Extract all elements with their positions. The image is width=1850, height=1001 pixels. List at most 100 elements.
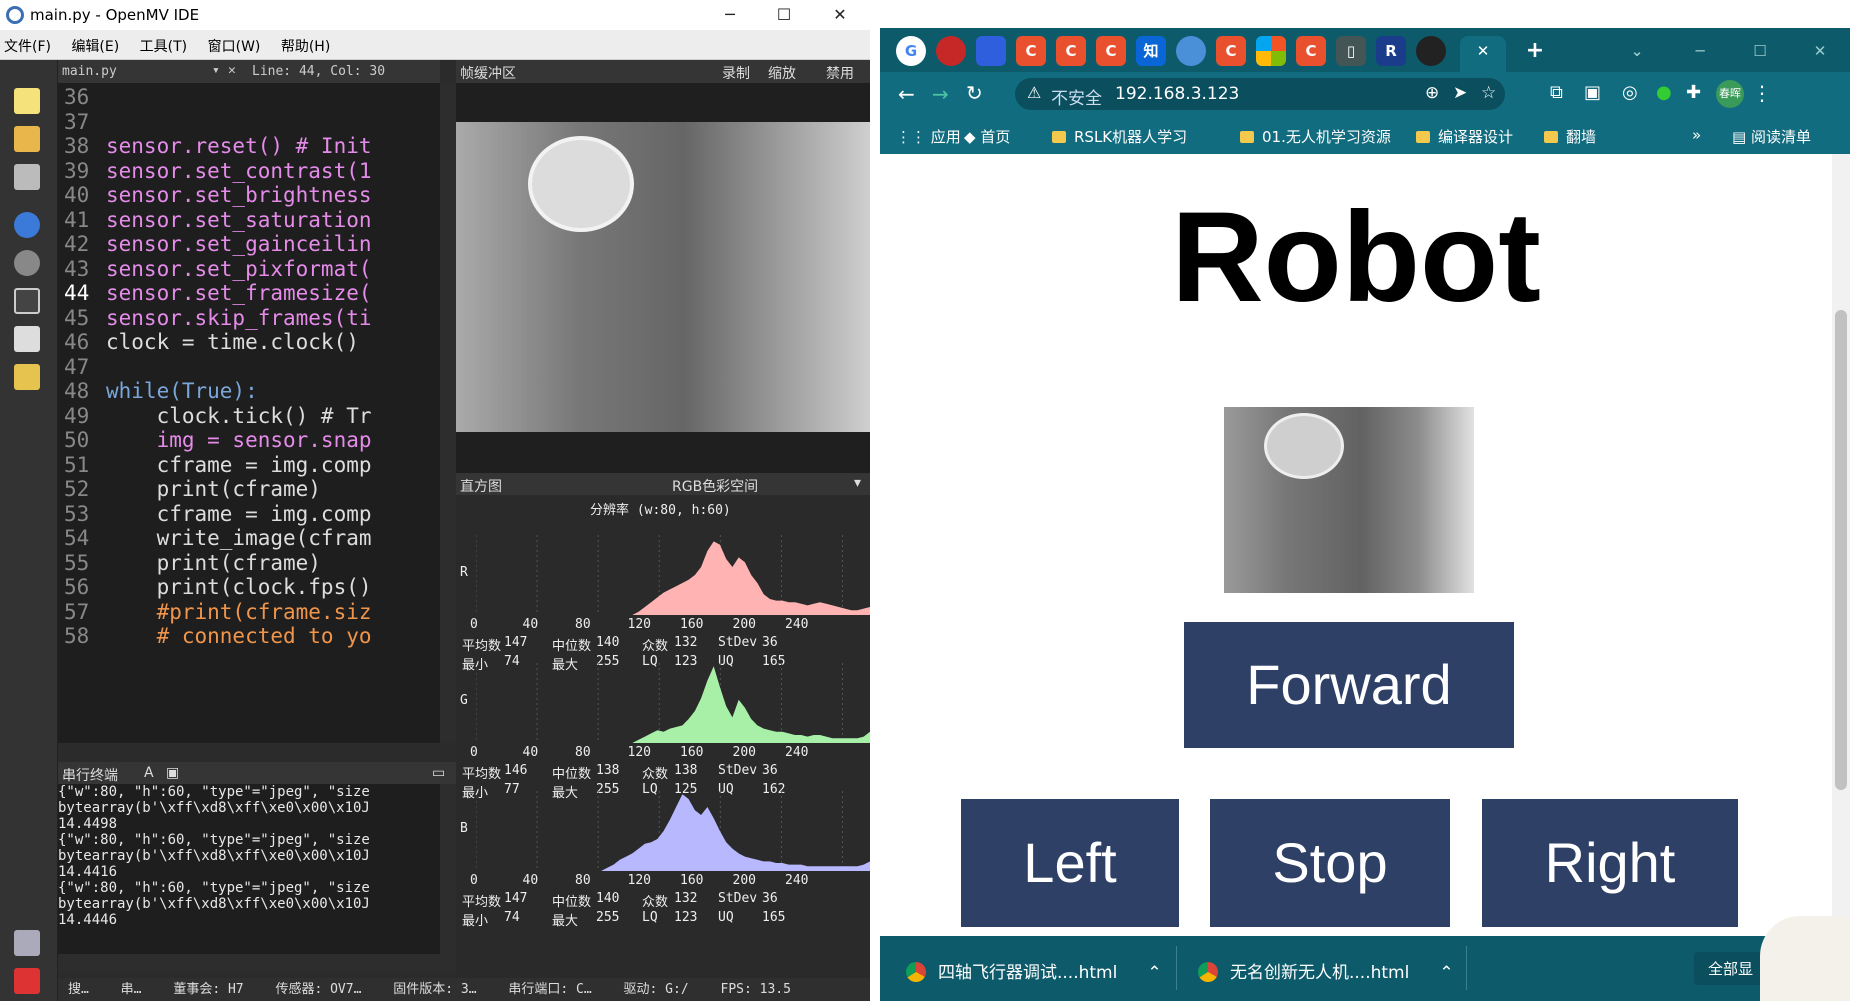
status-search[interactable]: 搜… [68,982,89,997]
reading-list-label[interactable]: 阅读清单 [1751,128,1811,146]
code-line[interactable]: sensor.set_saturation [106,208,372,232]
tab-search-icon[interactable]: ⌄ [1622,36,1652,66]
bookmark-uav[interactable]: 01.无人机学习资源 [1262,128,1391,146]
maximize-button[interactable]: ☐ [1745,36,1775,66]
book-tab-icon[interactable]: ▯ [1336,36,1366,66]
chevron-down-icon[interactable]: ▾ [854,475,861,491]
serial-terminal-output[interactable]: {"w":80, "h":60, "type"="jpeg", "size by… [58,784,440,954]
close-window-button[interactable]: ✕ [1805,36,1835,66]
huawei-tab-icon[interactable] [936,36,966,66]
editor-scrollbar[interactable] [440,83,456,743]
zhihu-tab[interactable]: 知 [1136,36,1166,66]
font-icon[interactable]: A [144,765,154,781]
chevron-up-icon[interactable]: ⌃ [1439,963,1453,983]
terminal-scrollbar[interactable] [440,784,456,954]
reading-list[interactable]: ▤ 阅读清单 [1732,126,1811,147]
menu-edit[interactable]: 编辑(E) [71,30,119,64]
download-2-name[interactable]: 无名创新无人机....html [1230,963,1409,983]
folder-bookmark-2[interactable]: 01.无人机学习资源 [1240,126,1391,147]
bookmark-apps[interactable]: 应用 [931,128,961,146]
forward-button[interactable]: Forward [1184,622,1514,748]
baidu-tab-icon[interactable] [976,36,1006,66]
profile-avatar[interactable]: 春晖 [1716,80,1744,108]
close-file-icon[interactable]: ✕ [228,63,236,78]
insecure-label[interactable]: 不安全 [1051,84,1102,109]
paste-icon[interactable] [14,364,40,390]
csdn-tab-2[interactable]: C [1056,36,1086,66]
zoom-button[interactable]: 缩放 [768,63,796,83]
omnibox[interactable]: ⚠ 不安全 192.168.3.123 ⊕ ➤ ☆ [1015,78,1505,110]
csdn-tab-1[interactable]: C [1016,36,1046,66]
colorspace-select[interactable]: RGB色彩空间 [672,476,758,496]
show-all-button[interactable]: 全部显 [1694,952,1768,985]
code-line[interactable]: sensor.set_pixformat( [106,257,372,281]
redo-icon[interactable] [14,250,40,276]
bookmark-vpn[interactable]: 翻墙 [1566,128,1596,146]
folder-bookmark-4[interactable]: 翻墙 [1544,126,1596,147]
code-line[interactable]: sensor.set_contrast(1 [106,159,372,183]
save-icon[interactable] [14,164,40,190]
right-button[interactable]: Right [1482,799,1738,927]
code-line[interactable]: sensor.set_gainceilin [106,232,372,256]
puzzle-icon[interactable]: ✚ [1686,82,1701,103]
code-line[interactable]: sensor.skip_frames(ti [106,306,372,330]
page-scrollbar-thumb[interactable] [1835,310,1847,790]
bookmark-rslk[interactable]: RSLK机器人学习 [1074,128,1187,146]
code-line[interactable]: print(cframe) [106,477,321,501]
glasses-icon[interactable]: ◎ [1622,82,1638,103]
code-line[interactable]: write_image(cfram [106,526,372,550]
code-line[interactable]: while(True): [106,379,258,403]
forward-icon[interactable]: → [932,82,949,106]
menu-tools[interactable]: 工具(T) [140,30,187,64]
maximize-button[interactable]: ☐ [756,2,812,28]
warning-icon[interactable]: ⚠ [1027,83,1041,102]
microsoft-tab-icon[interactable] [1256,36,1286,66]
globe-tab-icon[interactable] [1176,36,1206,66]
menu-file[interactable]: 文件(F) [4,30,51,64]
url-text[interactable]: 192.168.3.123 [1115,84,1239,104]
csdn-tab-4[interactable]: C [1216,36,1246,66]
r-tab[interactable]: R [1376,36,1406,66]
csdn-tab-3[interactable]: C [1096,36,1126,66]
copy-icon[interactable] [14,326,40,352]
new-file-icon[interactable] [14,88,40,114]
minimize-button[interactable]: ─ [702,2,758,28]
code-line[interactable]: img = sensor.snap [106,428,372,452]
code-line[interactable]: sensor.set_brightness [106,183,372,207]
code-line[interactable]: print(clock.fps() [106,575,372,599]
download-1-name[interactable]: 四轴飞行器调试....html [938,963,1117,983]
code-line[interactable]: print(cframe) [106,551,321,575]
code-line[interactable]: cframe = img.comp [106,502,372,526]
download-item-1[interactable]: 四轴飞行器调试....html ⌃ [906,958,1162,983]
record-button[interactable]: 录制 [722,63,750,83]
float-icon[interactable]: ▭ [432,765,445,781]
code-line[interactable]: sensor.reset() # Init [106,134,372,158]
more-bookmarks[interactable]: » [1692,126,1701,144]
file-tab[interactable]: main.py [62,64,117,79]
zoom-icon[interactable]: ⊕ [1425,83,1439,103]
back-icon[interactable]: ← [898,82,915,106]
new-tab-button[interactable]: + [1520,36,1550,66]
grammarly-icon[interactable]: ● [1656,82,1672,103]
menu-icon[interactable]: ⋮ [1752,81,1772,105]
connect-icon[interactable] [14,930,40,956]
google-tab-icon[interactable]: G [896,36,926,66]
home-bookmark[interactable]: ◆ 首页 [964,126,1010,147]
save-icon[interactable]: ▣ [166,765,179,781]
status-serial[interactable]: 串… [121,982,142,997]
code-line[interactable]: clock = time.clock() [106,330,359,354]
undo-icon[interactable] [14,212,40,238]
folder-bookmark-3[interactable]: 编译器设计 [1416,126,1513,147]
close-button[interactable]: ✕ [812,2,868,28]
status-firmware[interactable]: 固件版本: 3… [393,982,476,997]
menu-window[interactable]: 窗口(W) [208,30,261,64]
folder-bookmark-1[interactable]: RSLK机器人学习 [1052,126,1187,147]
code-line[interactable]: # connected to yo [106,624,372,648]
status-drive[interactable]: 驱动: G:/ [624,982,689,997]
code-line[interactable]: clock.tick() # Tr [106,404,372,428]
menu-help[interactable]: 帮助(H) [281,30,330,64]
stop-button[interactable]: Stop [1210,799,1450,927]
reload-icon[interactable]: ↻ [966,81,983,105]
save-extension-icon[interactable]: ▣ [1584,82,1601,103]
bookmark-star-icon[interactable]: ☆ [1481,83,1496,103]
